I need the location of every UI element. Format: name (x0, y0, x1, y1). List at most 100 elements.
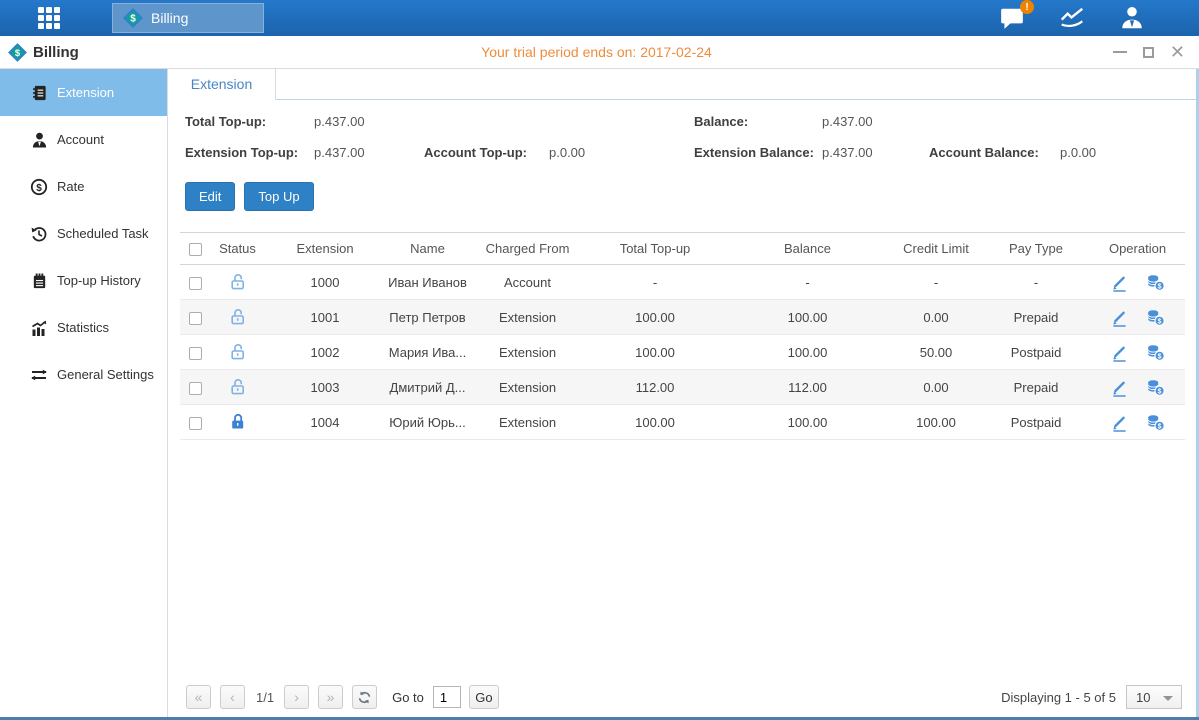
billing-app-tab[interactable]: $ Billing (112, 3, 264, 33)
prev-page-button[interactable]: ‹ (220, 685, 245, 709)
sidebar-item-label: Rate (57, 179, 84, 194)
next-page-button[interactable]: › (284, 685, 309, 709)
pagination-bar: « ‹ 1/1 › » Go to Go Displaying 1 - 5 of… (186, 684, 1182, 710)
cell-balance: - (725, 265, 890, 300)
svg-text:$: $ (130, 14, 136, 25)
cell-charged-from: Extension (470, 370, 585, 405)
cell-balance: 100.00 (725, 405, 890, 440)
edit-pencil-icon[interactable] (1110, 273, 1129, 292)
total-topup-value: p.437.00 (314, 114, 424, 129)
column-header-operation[interactable]: Operation (1090, 233, 1185, 265)
edit-pencil-icon[interactable] (1110, 308, 1129, 327)
top-app-bar: $ Billing ! (0, 0, 1199, 36)
column-header-charged-from[interactable]: Charged From (470, 233, 585, 265)
sidebar-item-label: General Settings (57, 367, 154, 382)
edit-button[interactable]: Edit (185, 182, 235, 211)
minimize-icon[interactable] (1113, 51, 1127, 53)
cell-extension: 1003 (265, 370, 385, 405)
window-title-bar: $ Billing Your trial period ends on: 201… (0, 36, 1199, 69)
cell-total-topup: 112.00 (585, 370, 725, 405)
edit-pencil-icon[interactable] (1110, 378, 1129, 397)
sidebar-item-extension[interactable]: Extension (0, 69, 167, 116)
stats-icon (30, 319, 48, 337)
svg-text:$: $ (1158, 353, 1162, 360)
window-title-group: $ Billing (8, 43, 238, 62)
cell-total-topup: 100.00 (585, 300, 725, 335)
topup-coins-icon[interactable]: $ (1146, 378, 1165, 396)
top-up-button[interactable]: Top Up (244, 182, 313, 211)
row-checkbox[interactable] (189, 347, 202, 360)
sidebar-item-scheduled-task[interactable]: Scheduled Task (0, 210, 167, 257)
table-row: 1002 Мария Ива... Extension 100.00 100.0… (180, 335, 1185, 370)
table-row: 1000 Иван Иванов Account - - - - $ (180, 265, 1185, 300)
column-header-credit-limit[interactable]: Credit Limit (890, 233, 982, 265)
balance-value: p.437.00 (822, 114, 929, 129)
close-icon[interactable]: ✕ (1170, 46, 1185, 58)
column-header-total-top-up[interactable]: Total Top-up (585, 233, 725, 265)
cell-pay-type: Prepaid (982, 300, 1090, 335)
cell-pay-type: Postpaid (982, 405, 1090, 440)
sidebar-item-rate[interactable]: $ Rate (0, 163, 167, 210)
cell-name: Иван Иванов (385, 265, 470, 300)
cell-pay-type: Postpaid (982, 335, 1090, 370)
row-checkbox[interactable] (189, 382, 202, 395)
sidebar-item-label: Extension (57, 85, 114, 100)
last-page-button[interactable]: » (318, 685, 343, 709)
page-size-select[interactable]: 10 (1126, 685, 1182, 709)
lock-open-icon (229, 273, 247, 291)
window-body: Extension Account $ Rate Scheduled Task … (0, 69, 1199, 717)
cell-name: Мария Ива... (385, 335, 470, 370)
cell-credit-limit: 0.00 (890, 370, 982, 405)
goto-page-input[interactable] (433, 686, 461, 708)
sidebar: Extension Account $ Rate Scheduled Task … (0, 69, 168, 717)
lock-closed-icon (229, 413, 247, 431)
sliders-icon (30, 366, 48, 384)
total-topup-label: Total Top-up: (185, 114, 314, 129)
refresh-button[interactable] (352, 685, 377, 709)
column-header-status[interactable]: Status (210, 233, 265, 265)
cell-extension: 1002 (265, 335, 385, 370)
account-topup-label: Account Top-up: (424, 145, 549, 160)
edit-pencil-icon[interactable] (1110, 343, 1129, 362)
cell-total-topup: - (585, 265, 725, 300)
cell-total-topup: 100.00 (585, 405, 725, 440)
table-row: 1003 Дмитрий Д... Extension 112.00 112.0… (180, 370, 1185, 405)
sidebar-item-general-settings[interactable]: General Settings (0, 351, 167, 398)
select-all-checkbox[interactable] (189, 243, 202, 256)
user-account-icon[interactable] (1117, 5, 1147, 31)
tab-bar: Extension (168, 69, 1196, 100)
sidebar-item-label: Account (57, 132, 104, 147)
maximize-icon[interactable] (1143, 47, 1154, 58)
billing-diamond-icon: $ (8, 43, 27, 62)
topbar-icons: ! (997, 5, 1199, 31)
row-checkbox[interactable] (189, 417, 202, 430)
topup-coins-icon[interactable]: $ (1146, 308, 1165, 326)
tab-extension[interactable]: Extension (168, 69, 276, 100)
billing-diamond-icon: $ (123, 8, 143, 28)
messages-icon[interactable]: ! (997, 5, 1027, 31)
go-button[interactable]: Go (469, 685, 499, 709)
column-header-pay-type[interactable]: Pay Type (982, 233, 1090, 265)
column-header-extension[interactable]: Extension (265, 233, 385, 265)
topup-coins-icon[interactable]: $ (1146, 413, 1165, 431)
topup-coins-icon[interactable]: $ (1146, 273, 1165, 291)
row-checkbox[interactable] (189, 277, 202, 290)
column-header-balance[interactable]: Balance (725, 233, 890, 265)
svg-text:$: $ (1158, 388, 1162, 395)
cell-charged-from: Extension (470, 335, 585, 370)
cell-pay-type: Prepaid (982, 370, 1090, 405)
topup-coins-icon[interactable]: $ (1146, 343, 1165, 361)
apps-grid-icon[interactable] (38, 7, 66, 29)
person-icon (30, 131, 48, 149)
column-header-name[interactable]: Name (385, 233, 470, 265)
sidebar-item-top-up-history[interactable]: Top-up History (0, 257, 167, 304)
sidebar-item-statistics[interactable]: Statistics (0, 304, 167, 351)
cell-charged-from: Account (470, 265, 585, 300)
first-page-button[interactable]: « (186, 685, 211, 709)
row-checkbox[interactable] (189, 312, 202, 325)
sidebar-item-account[interactable]: Account (0, 116, 167, 163)
cell-charged-from: Extension (470, 300, 585, 335)
cell-credit-limit: 100.00 (890, 405, 982, 440)
reports-chart-icon[interactable] (1057, 5, 1087, 31)
edit-pencil-icon[interactable] (1110, 413, 1129, 432)
